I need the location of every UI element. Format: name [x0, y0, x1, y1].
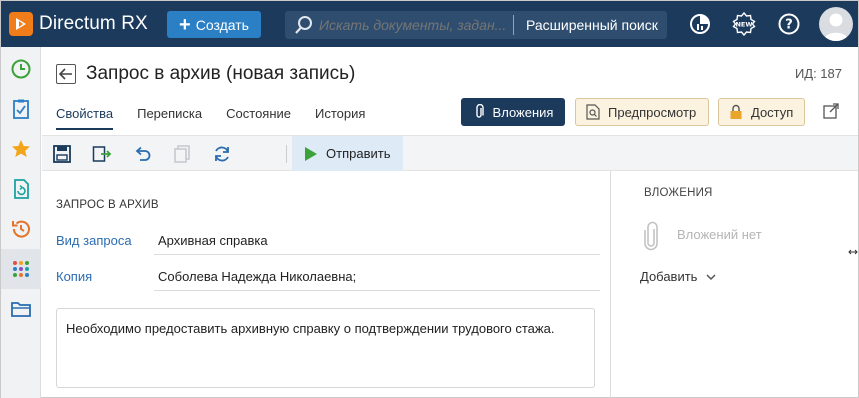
apps-grid-icon	[13, 261, 29, 277]
paperclip-icon	[475, 104, 484, 118]
create-button[interactable]: + Создать	[167, 11, 261, 38]
request-type-field[interactable]: Архивная справка	[154, 233, 600, 255]
tab-bar: Свойства Переписка Состояние История	[56, 106, 389, 130]
advanced-search-button[interactable]: Расширенный поиск	[526, 17, 658, 33]
search-divider	[513, 15, 514, 35]
attachments-button[interactable]: Вложения	[461, 98, 565, 126]
copy-field[interactable]: Соболева Надежда Николаевна;	[154, 269, 600, 291]
send-button[interactable]: Отправить	[292, 136, 403, 171]
refresh-icon[interactable]	[212, 144, 232, 164]
tab-correspondence[interactable]: Переписка	[137, 106, 202, 130]
svg-text:?: ?	[785, 18, 793, 33]
attachments-panel-title: ВЛОЖЕНИЯ	[644, 187, 713, 199]
tab-state[interactable]: Состояние	[226, 106, 291, 130]
sidebar-item-apps[interactable]	[1, 249, 41, 289]
panel-resize-handle-icon[interactable]	[848, 246, 858, 258]
sidebar-item-documents[interactable]	[1, 169, 41, 209]
attachments-label: Вложения	[492, 104, 554, 120]
new-features-icon[interactable]: NEW	[732, 12, 756, 36]
copy-label: Копия	[56, 269, 93, 284]
folder-icon	[11, 302, 31, 317]
preview-button[interactable]: Предпросмотр	[575, 98, 709, 126]
note-textarea[interactable]: Необходимо предоставить архивную справку…	[56, 308, 595, 388]
request-type-label: Вид запроса	[56, 233, 132, 248]
section-title: ЗАПРОС В АРХИВ	[56, 199, 159, 211]
add-attachment-dropdown[interactable]: Добавить	[640, 269, 716, 284]
left-sidebar	[1, 47, 41, 398]
lock-icon	[730, 104, 742, 119]
send-label: Отправить	[326, 146, 391, 161]
copy-icon	[174, 145, 190, 163]
sidebar-item-history[interactable]	[1, 209, 41, 249]
top-bar: Directum RX + Создать Расширенный поиск …	[1, 1, 858, 47]
avatar[interactable]	[819, 7, 853, 41]
attachments-empty-text: Вложений нет	[677, 227, 762, 242]
search-input[interactable]	[319, 17, 509, 33]
preview-label: Предпросмотр	[608, 104, 697, 120]
plus-icon: +	[179, 13, 191, 36]
action-toolbar: Отправить	[42, 135, 858, 171]
play-icon	[305, 146, 317, 161]
paperclip-icon	[644, 221, 658, 251]
reports-chart-icon[interactable]	[688, 12, 712, 36]
tab-properties[interactable]: Свойства	[56, 106, 114, 130]
create-label: Создать	[195, 16, 249, 33]
tasks-icon	[13, 99, 29, 119]
attachments-panel: ВЛОЖЕНИЯ Вложений нет Добавить	[610, 171, 858, 398]
history-icon	[12, 220, 30, 238]
logo[interactable]: Directum RX	[9, 12, 148, 36]
clock-icon	[11, 59, 31, 79]
add-attachment-label: Добавить	[640, 269, 698, 284]
sidebar-item-favorites[interactable]	[1, 129, 41, 169]
tab-history[interactable]: История	[315, 106, 365, 130]
save-and-new-icon[interactable]	[92, 144, 112, 164]
star-icon	[12, 140, 30, 157]
access-label: Доступ	[751, 104, 794, 120]
sidebar-item-recent[interactable]	[1, 49, 41, 89]
open-external-icon[interactable]	[822, 102, 840, 120]
save-icon[interactable]	[52, 144, 72, 164]
page-title: Запрос в архив (новая запись)	[86, 63, 356, 84]
undo-icon[interactable]	[132, 144, 152, 164]
chevron-down-icon	[706, 273, 716, 280]
access-button[interactable]: Доступ	[718, 98, 805, 126]
document-id: ИД: 187	[794, 66, 842, 81]
help-icon[interactable]: ?	[777, 12, 801, 36]
search-icon	[295, 16, 312, 34]
document-cycle-icon	[14, 179, 29, 199]
search-box[interactable]: Расширенный поиск	[285, 11, 667, 39]
brand-name: Directum RX	[39, 13, 148, 34]
logo-icon	[9, 12, 33, 36]
new-badge-text: NEW	[735, 21, 752, 29]
toolbar-divider	[286, 145, 287, 163]
sidebar-item-tasks[interactable]	[1, 89, 41, 129]
preview-icon	[586, 104, 600, 120]
back-button[interactable]	[56, 64, 76, 84]
sidebar-item-folders[interactable]	[1, 289, 41, 329]
arrow-left-icon	[59, 68, 72, 80]
